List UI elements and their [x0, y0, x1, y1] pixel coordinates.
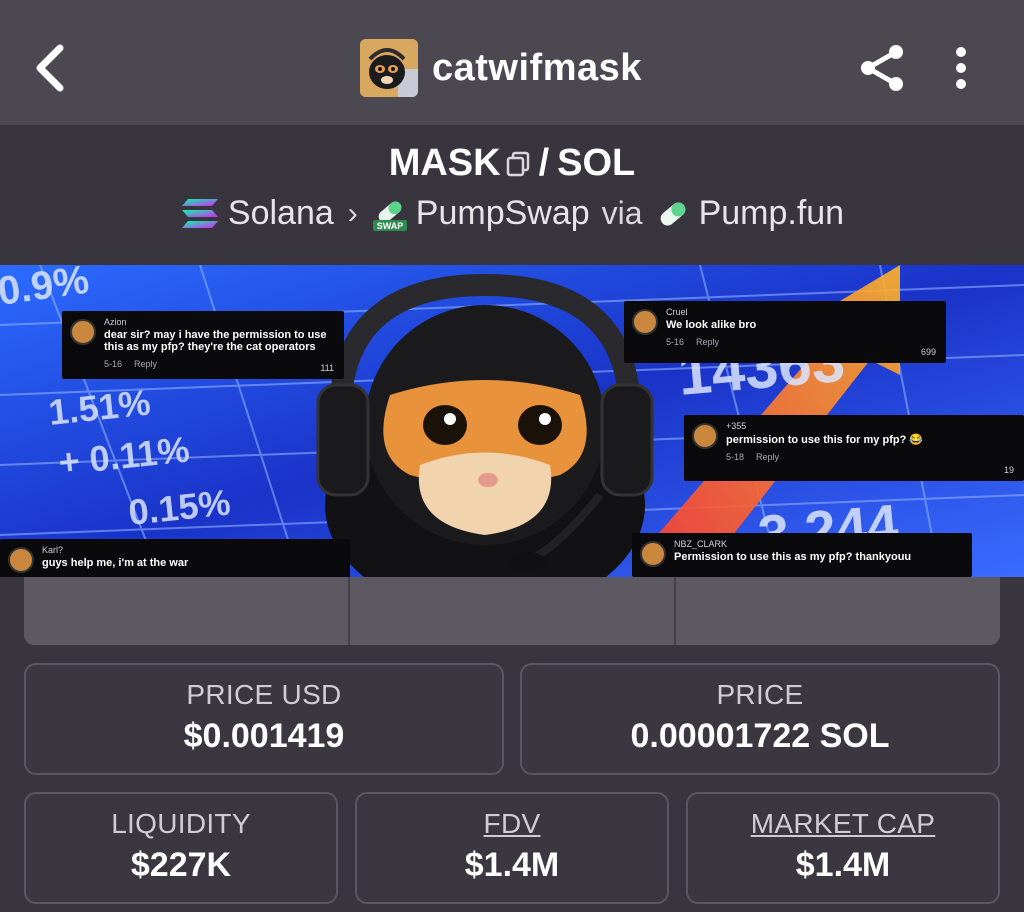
price-card: PRICE 0.00001722 SOL — [520, 663, 1000, 775]
quote-symbol: SOL — [557, 142, 636, 184]
liquidity-value: $227K — [130, 846, 232, 884]
share-button[interactable] — [856, 42, 908, 94]
link-button[interactable] — [350, 577, 676, 645]
link-button-bar — [24, 577, 1000, 645]
more-options-button[interactable] — [948, 44, 974, 92]
copy-icon[interactable] — [505, 151, 531, 177]
market-cap-label[interactable]: MARKET CAP — [688, 808, 998, 840]
comment-card: Karl? guys help me, i'm at the war — [0, 539, 350, 577]
price-value: 0.00001722 SOL — [630, 717, 890, 755]
comment-card: +355 permission to use this for my pfp? … — [684, 415, 1024, 481]
liquidity-label: LIQUIDITY — [111, 808, 251, 839]
route-breadcrumb: Solana › SWAP PumpSwap via Pump.fun — [0, 194, 1024, 233]
fdv-value: $1.4M — [464, 846, 560, 884]
link-button[interactable] — [24, 577, 350, 645]
market-cap-card: MARKET CAP $1.4M — [686, 792, 1000, 904]
price-label: PRICE — [716, 679, 804, 710]
via-label: via — [601, 195, 643, 231]
price-usd-value: $0.001419 — [183, 717, 345, 755]
solana-icon — [181, 198, 218, 228]
back-button[interactable] — [30, 42, 70, 94]
pair-title: MASK / SOL — [0, 142, 1024, 185]
comment-card: Azion dear sir? may i have the permissio… — [62, 311, 344, 379]
fdv-card: FDV $1.4M — [355, 792, 669, 904]
top-bar: catwifmask — [0, 0, 1024, 125]
token-banner-image: 0.9% 1.51% + 0.11% 0.15% 14363 3,244 Azi… — [0, 265, 1024, 577]
dex-link[interactable]: PumpSwap — [416, 194, 590, 233]
svg-text:SWAP: SWAP — [377, 221, 404, 231]
fdv-label[interactable]: FDV — [357, 808, 667, 840]
pair-separator: / — [538, 142, 550, 184]
base-symbol: MASK — [388, 142, 501, 184]
token-header: catwifmask — [360, 38, 642, 98]
liquidity-card: LIQUIDITY $227K — [24, 792, 338, 904]
price-usd-card: PRICE USD $0.001419 — [24, 663, 504, 775]
chevron-left-icon — [36, 44, 64, 92]
launchpad-link[interactable]: Pump.fun — [699, 194, 845, 233]
chevron-right-icon: › — [347, 196, 358, 230]
token-avatar — [360, 39, 418, 97]
comment-card: NBZ_CLARK Permission to use this as my p… — [632, 533, 972, 577]
pumpswap-icon: SWAP — [372, 201, 407, 231]
price-usd-label: PRICE USD — [186, 679, 342, 710]
share-icon — [861, 45, 903, 91]
market-cap-value: $1.4M — [795, 846, 891, 884]
comment-card: Cruel We look alike bro 5-16 Reply 699 — [624, 301, 946, 363]
more-vertical-icon — [956, 47, 966, 89]
pumpfun-icon — [660, 202, 685, 225]
link-button[interactable] — [676, 577, 1000, 645]
token-name: catwifmask — [432, 46, 642, 89]
chain-link[interactable]: Solana — [228, 194, 334, 233]
